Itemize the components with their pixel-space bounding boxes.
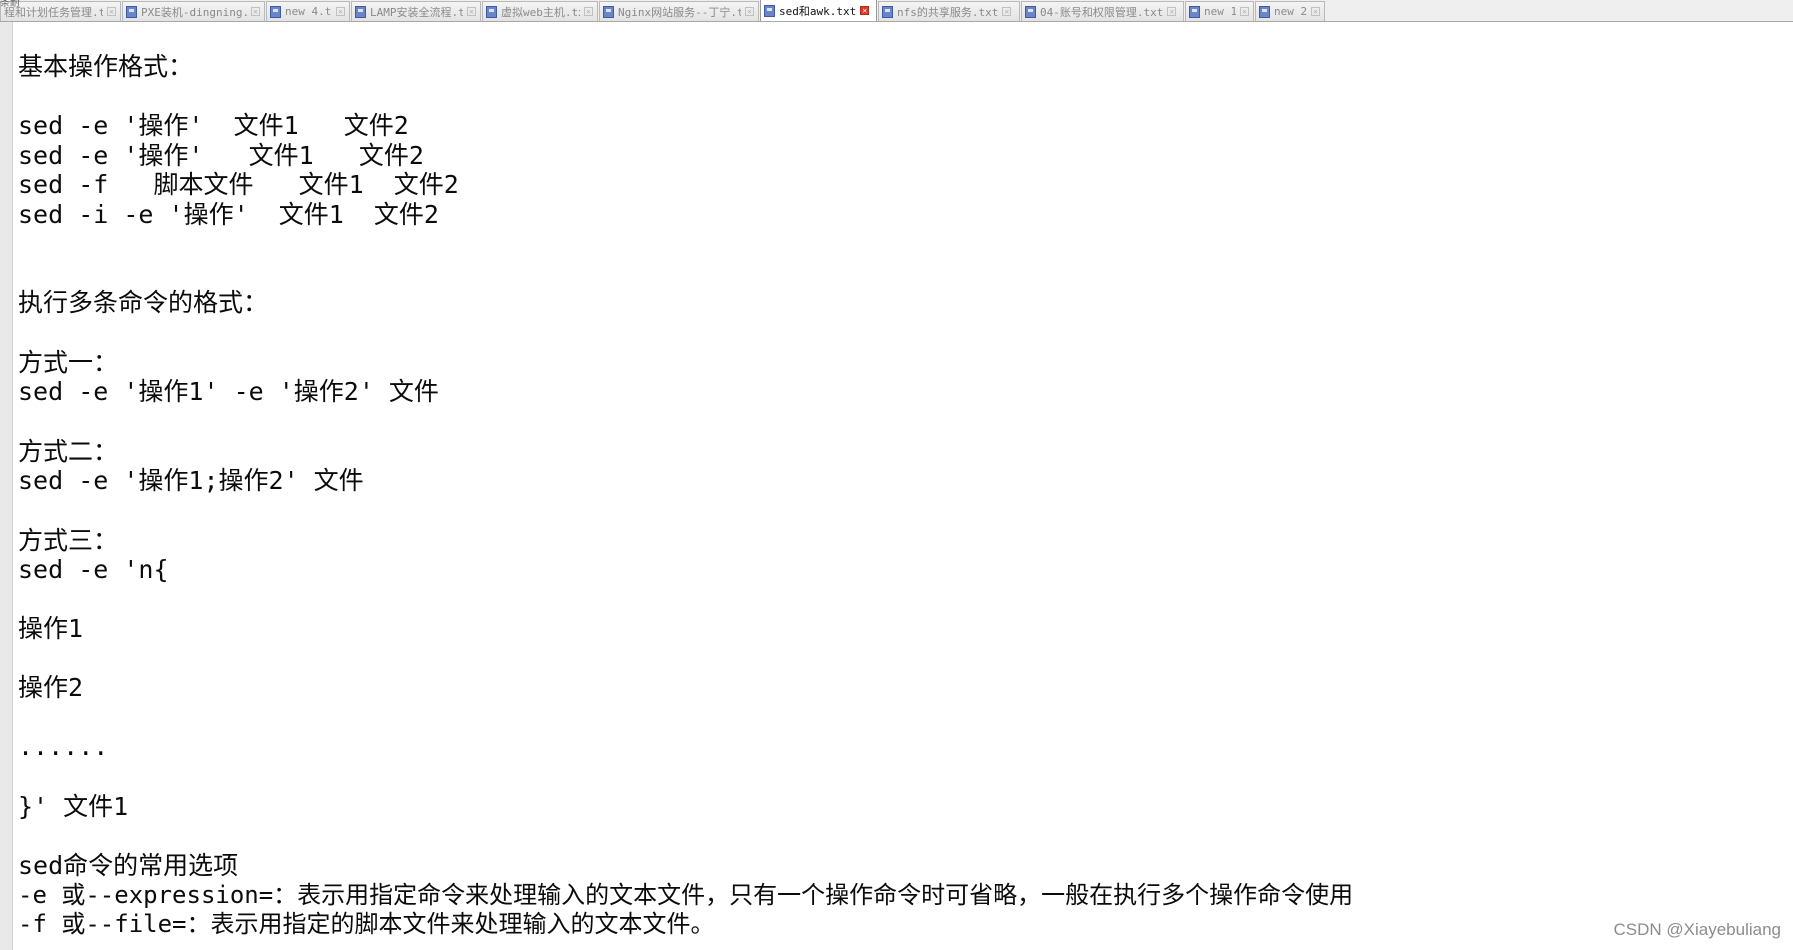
close-icon[interactable]: ✕ <box>584 7 593 16</box>
tab-label: LAMP安装全流程.txt <box>370 5 463 19</box>
tab-label: sed和awk.txt <box>779 4 857 18</box>
editor-line: sed命令的常用选项 <box>18 851 239 880</box>
tab-label: nfs的共享服务.txt <box>897 5 999 19</box>
editor-line: 方式一： <box>18 348 119 377</box>
editor-line: 操作1 <box>18 614 84 643</box>
file-icon <box>355 5 366 18</box>
tab-new-2[interactable]: new 2 ✕ <box>1255 1 1325 21</box>
editor-line: 方式二： <box>18 437 119 466</box>
file-icon <box>486 5 497 18</box>
file-icon <box>1259 5 1270 18</box>
close-icon[interactable]: ✕ <box>467 7 476 16</box>
editor-line: 操作2 <box>18 673 84 702</box>
close-icon[interactable]: ✕ <box>745 7 754 16</box>
close-icon[interactable]: ✕ <box>336 7 345 16</box>
tab-bar: 程和计划任务管理.txt ✕ PXE装机-dingning.txt ✕ new … <box>0 0 1793 22</box>
close-icon[interactable]: ✕ <box>251 7 260 16</box>
editor-line: 执行多条命令的格式： <box>18 288 269 317</box>
editor-line: 方式三： <box>18 526 119 555</box>
tab-nfs[interactable]: nfs的共享服务.txt ✕ <box>878 1 1020 21</box>
editor-line: sed -e 'n{ <box>18 555 169 584</box>
close-icon[interactable]: ✕ <box>1167 7 1177 16</box>
tab-virtual-web-host[interactable]: 虚拟web主机.txt ✕ <box>482 1 598 21</box>
tab-label: new 2 <box>1274 5 1307 18</box>
editor-line: sed -e '操作' 文件1 文件2 <box>18 141 424 170</box>
tab-label: 04-账号和权限管理.txt <box>1040 5 1164 19</box>
tab-new-1[interactable]: new 1 ✕ <box>1185 1 1254 21</box>
editor-line: -e 或--expression=：表示用指定命令来处理输入的文本文件，只有一个… <box>18 881 1354 909</box>
window-corner-label: 条耐 <box>0 0 20 8</box>
tab-pxe[interactable]: PXE装机-dingning.txt ✕ <box>122 1 265 21</box>
editor-margin <box>0 22 13 950</box>
editor-line: sed -e '操作1' -e '操作2' 文件 <box>18 377 439 406</box>
tab-label: new 4.txt <box>285 5 332 18</box>
file-icon <box>882 5 893 18</box>
tab-sed-awk[interactable]: sed和awk.txt ✕ <box>760 0 877 21</box>
editor-line: sed -f 脚本文件 文件1 文件2 <box>18 170 459 199</box>
file-icon <box>764 4 775 17</box>
file-icon <box>603 5 614 18</box>
file-icon <box>126 5 137 18</box>
editor-line: sed -e '操作1;操作2' 文件 <box>18 466 364 495</box>
close-icon[interactable]: ✕ <box>107 7 116 16</box>
watermark: CSDN @Xiayebuliang <box>1613 920 1781 939</box>
tab-label: Nginx网站服务--丁宁.txt <box>618 5 741 19</box>
editor-line: 基本操作格式： <box>18 52 194 81</box>
tab-lamp[interactable]: LAMP安装全流程.txt ✕ <box>351 1 481 21</box>
tab-label: new 1 <box>1204 5 1236 18</box>
close-icon[interactable]: ✕ <box>860 6 870 15</box>
file-icon <box>1025 5 1036 18</box>
close-icon[interactable]: ✕ <box>1240 7 1249 16</box>
file-icon <box>1189 5 1200 18</box>
tab-label: PXE装机-dingning.txt <box>141 5 247 19</box>
tab-label: 虚拟web主机.txt <box>501 5 580 19</box>
close-icon[interactable]: ✕ <box>1311 7 1320 16</box>
editor-line: sed -e '操作' 文件1 文件2 <box>18 111 409 140</box>
editor-line: }' 文件1 <box>18 792 129 821</box>
file-icon <box>270 5 281 18</box>
tab-new-4[interactable]: new 4.txt ✕ <box>266 1 350 21</box>
tab-nginx[interactable]: Nginx网站服务--丁宁.txt ✕ <box>599 1 759 21</box>
editor-line: -f 或--file=：表示用指定的脚本文件来处理输入的文本文件。 <box>18 910 715 938</box>
close-icon[interactable]: ✕ <box>1002 7 1012 16</box>
editor-line: ...... <box>18 732 109 761</box>
editor-line: sed -i -e '操作' 文件1 文件2 <box>18 200 439 229</box>
tab-account-permissions[interactable]: 04-账号和权限管理.txt ✕ <box>1021 1 1184 21</box>
